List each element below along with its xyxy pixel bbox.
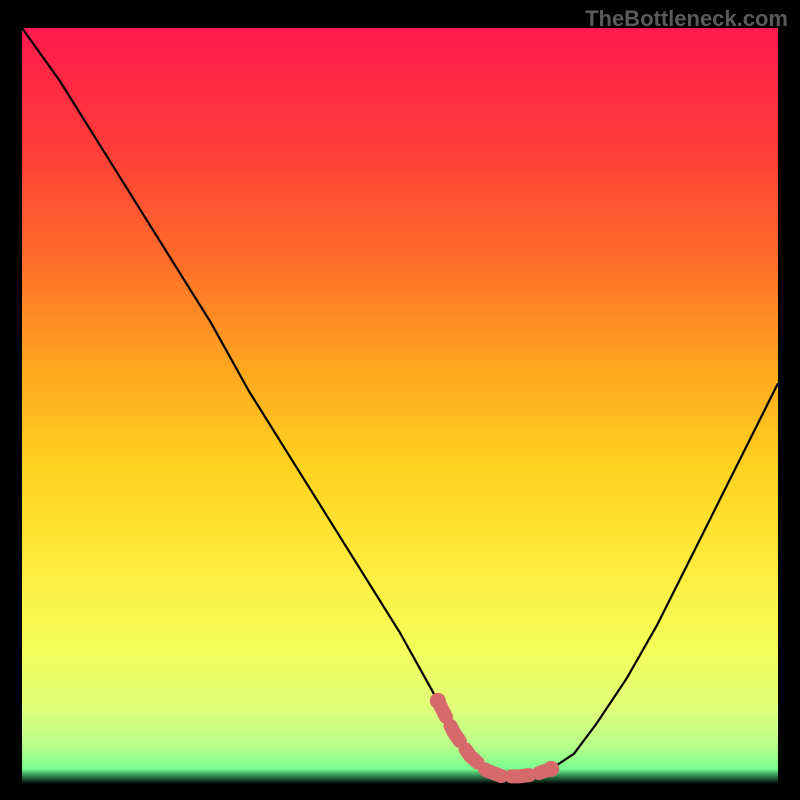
optimal-endpoint <box>430 693 446 709</box>
chart-container: TheBottleneck.com <box>0 0 800 800</box>
curve-overlay <box>22 28 778 784</box>
plot-area <box>22 28 778 784</box>
optimal-endpoint <box>543 761 559 777</box>
watermark-text: TheBottleneck.com <box>585 6 788 32</box>
optimal-band <box>438 701 551 777</box>
optimal-zone-markers <box>430 693 559 777</box>
bottleneck-curve-line <box>22 28 778 776</box>
